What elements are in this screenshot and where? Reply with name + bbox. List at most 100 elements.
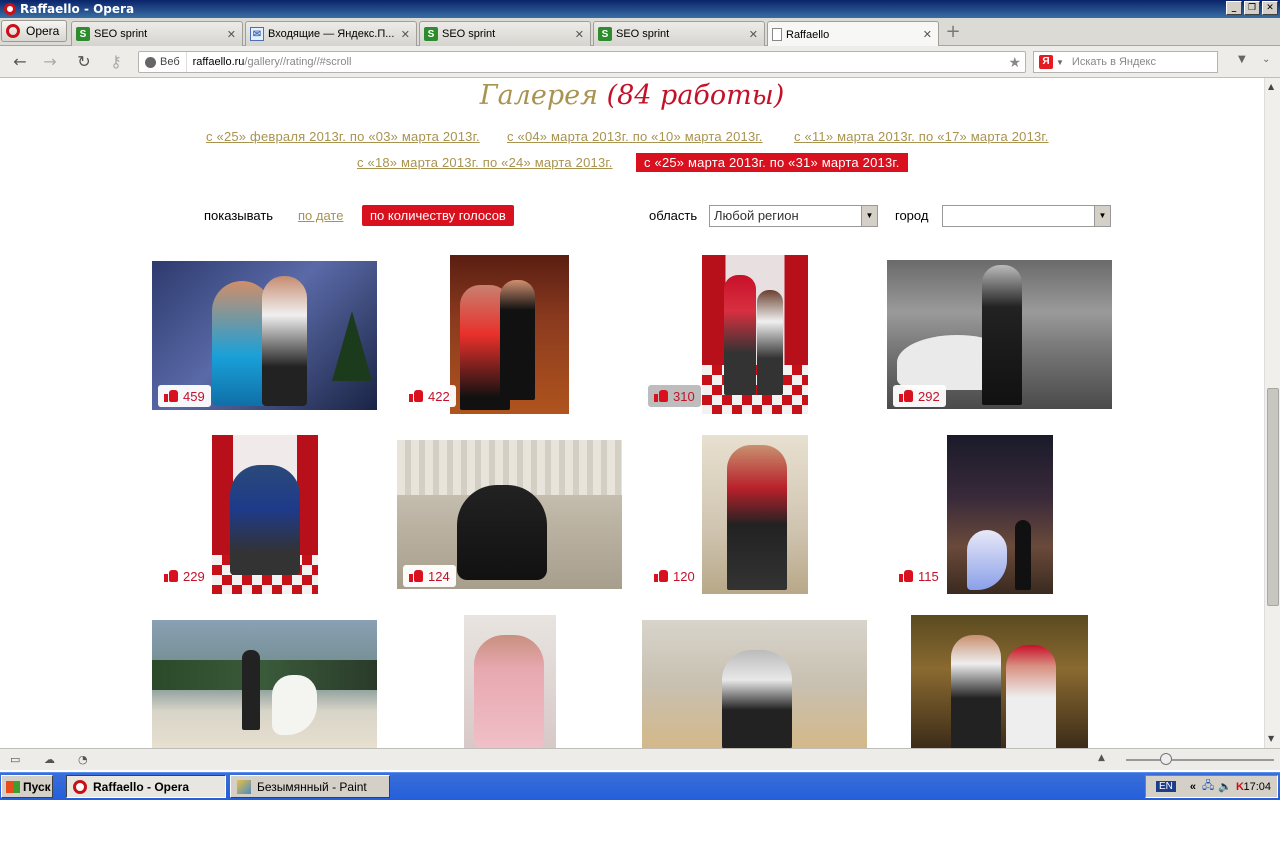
city-select[interactable]: ▼ <box>942 205 1111 227</box>
paint-icon <box>237 779 251 794</box>
vote-badge[interactable]: 124 <box>403 565 456 587</box>
bookmark-star-icon[interactable]: ★ <box>1008 54 1021 71</box>
vote-count: 229 <box>183 568 205 584</box>
week-link-2[interactable]: с «04» марта 2013г. по «10» марта 2013г. <box>507 129 763 144</box>
yandex-icon[interactable]: Я <box>1039 55 1053 69</box>
gallery-photo[interactable] <box>152 620 377 748</box>
scrollbar-thumb[interactable] <box>1267 388 1279 606</box>
sort-by-date-link[interactable]: по дате <box>298 208 343 223</box>
vote-badge[interactable]: 292 <box>893 385 946 407</box>
gallery-photo[interactable] <box>642 620 867 748</box>
week-link-4[interactable]: с «18» марта 2013г. по «24» марта 2013г. <box>357 155 613 170</box>
network-icon[interactable]: 🖧 <box>1202 777 1214 796</box>
tab-close-icon[interactable]: ✕ <box>749 28 758 41</box>
photo-dancer-shape <box>967 530 1007 590</box>
tray-expand-icon[interactable]: « <box>1190 781 1196 793</box>
vertical-scrollbar[interactable]: ▲ ▼ <box>1264 78 1280 748</box>
tab-close-icon[interactable]: ✕ <box>575 28 584 41</box>
vote-count: 292 <box>918 388 940 404</box>
gallery-photo[interactable] <box>464 615 556 748</box>
tab-label: SEO sprint <box>616 28 670 40</box>
key-icon[interactable]: ⚷ <box>106 52 126 72</box>
tab-close-icon[interactable]: ✕ <box>401 28 410 41</box>
zoom-slider-track[interactable] <box>1126 759 1274 761</box>
tab-close-icon[interactable]: ✕ <box>923 28 932 41</box>
vote-badge[interactable]: 115 <box>893 565 945 587</box>
back-button[interactable]: ← <box>10 52 30 72</box>
vote-count: 459 <box>183 388 205 404</box>
gallery-photo[interactable] <box>911 615 1088 748</box>
photo-dancer-shape <box>230 465 300 575</box>
tab-label: Входящие — Яндекс.П... <box>268 28 395 40</box>
week-link-selected[interactable]: с «25» марта 2013г. по «31» марта 2013г. <box>636 153 908 172</box>
url-domain: raffaello.ru <box>192 56 245 68</box>
forward-button[interactable]: → <box>40 52 60 72</box>
vote-badge[interactable]: 120 <box>648 565 701 587</box>
taskbar-item-label: Raffaello - Opera <box>93 779 190 794</box>
opera-menu-button[interactable]: Opera <box>1 20 67 42</box>
search-dropdown-icon[interactable]: ▼ <box>1238 54 1246 65</box>
gallery-title: Галерея (84 работы) <box>0 80 1264 111</box>
gallery-photo[interactable] <box>212 435 318 594</box>
volume-icon[interactable]: 🔈 <box>1218 780 1232 793</box>
maximize-button[interactable]: ❐ <box>1244 1 1260 15</box>
sort-by-votes-button[interactable]: по количеству голосов <box>362 205 514 226</box>
region-select[interactable]: Любой регион ▼ <box>709 205 878 227</box>
close-window-button[interactable]: ✕ <box>1262 1 1278 15</box>
vote-count: 310 <box>673 388 695 404</box>
dropdown-arrow-icon[interactable]: ▼ <box>1094 206 1110 226</box>
taskbar-item-label: Безымянный - Paint <box>257 779 367 794</box>
week-link-3[interactable]: с «11» марта 2013г. по «17» марта 2013г. <box>794 129 1049 144</box>
vote-badge[interactable]: 422 <box>403 385 456 407</box>
photo-dancer-shape <box>951 635 1001 748</box>
tab-close-icon[interactable]: ✕ <box>227 28 236 41</box>
thumbs-up-icon <box>164 390 178 402</box>
scroll-down-icon[interactable]: ▼ <box>1268 734 1274 743</box>
scroll-up-icon[interactable]: ▲ <box>1268 82 1274 91</box>
search-engine-dropdown-icon[interactable]: ▼ <box>1056 58 1064 67</box>
tab-seo-sprint-3[interactable]: S SEO sprint ✕ <box>593 21 765 46</box>
speed-dial-icon[interactable]: ◔ <box>78 753 92 766</box>
photo-dancer-shape <box>727 445 787 590</box>
reload-button[interactable]: ↻ <box>74 52 94 72</box>
cloud-icon[interactable]: ☁ <box>44 753 58 766</box>
zoom-slider-knob[interactable] <box>1160 753 1172 765</box>
minimize-button[interactable]: _ <box>1226 1 1242 15</box>
gallery-photo[interactable] <box>947 435 1053 594</box>
gallery-photo[interactable] <box>702 435 808 594</box>
thumbs-up-icon <box>409 570 423 582</box>
photo-person-shape <box>757 290 783 395</box>
tab-seo-sprint-2[interactable]: S SEO sprint ✕ <box>419 21 591 46</box>
address-field[interactable]: Веб raffaello.ru/gallery//rating//#scrol… <box>138 51 1026 73</box>
web-badge[interactable]: Веб <box>139 52 187 72</box>
panel-toggle-icon[interactable]: ▭ <box>10 753 24 766</box>
show-label: показывать <box>204 208 274 223</box>
gallery-photo[interactable] <box>702 255 808 414</box>
new-tab-button[interactable]: + <box>944 23 962 42</box>
photo-dancer-shape <box>1006 645 1056 748</box>
taskbar-item-opera[interactable]: Raffaello - Opera <box>66 775 226 798</box>
start-button[interactable]: Пуск <box>1 775 53 798</box>
week-link-1[interactable]: с «25» февраля 2013г. по «03» марта 2013… <box>206 129 480 144</box>
gallery-title-count: (84 работы) <box>606 80 785 111</box>
menu-chevron-icon[interactable]: ⌄ <box>1262 54 1270 65</box>
dropdown-arrow-icon[interactable]: ▼ <box>861 206 877 226</box>
navigation-bar: ← → ↻ ⚷ Веб raffaello.ru/gallery//rating… <box>0 46 1280 78</box>
vote-count: 422 <box>428 388 450 404</box>
vote-badge[interactable]: 459 <box>158 385 211 407</box>
tab-yandex-mail[interactable]: ✉ Входящие — Яндекс.П... ✕ <box>245 21 417 46</box>
vote-badge-highlighted[interactable]: 310 <box>648 385 701 407</box>
language-indicator[interactable]: EN <box>1156 781 1176 792</box>
zoom-up-icon[interactable]: ▲ <box>1098 753 1112 765</box>
tab-raffaello[interactable]: Raffaello ✕ <box>767 21 939 47</box>
taskbar-item-paint[interactable]: Безымянный - Paint <box>230 775 390 798</box>
tab-seo-sprint-1[interactable]: S SEO sprint ✕ <box>71 21 243 46</box>
seo-sprint-icon: S <box>76 27 90 41</box>
window-title: Raffaello - Opera <box>20 2 135 16</box>
url-text: raffaello.ru/gallery//rating//#scroll <box>187 56 352 68</box>
vote-badge[interactable]: 229 <box>158 565 211 587</box>
url-path: /gallery//rating//#scroll <box>244 56 352 68</box>
gallery-photo[interactable] <box>450 255 569 414</box>
search-field[interactable]: Я ▼ Искать в Яндекс <box>1033 51 1218 73</box>
tab-label: Raffaello <box>786 28 830 41</box>
